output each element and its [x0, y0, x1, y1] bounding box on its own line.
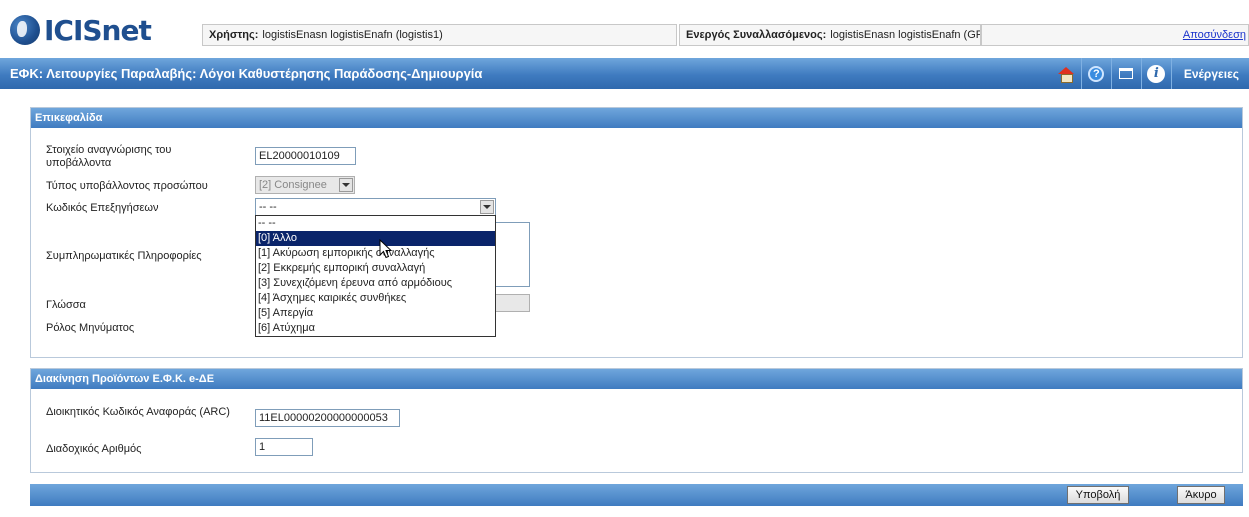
trader-label: Ενεργός Συναλλασόμενος:	[686, 29, 827, 41]
logout-box: Αποσύνδεση	[981, 24, 1249, 46]
arc-label: Διοικητικός Κωδικός Αναφοράς (ARC)	[46, 406, 230, 418]
sequence-number-input[interactable]: 1	[255, 438, 313, 456]
logout-link[interactable]: Αποσύνδεση	[1183, 29, 1246, 41]
cancel-button[interactable]: Άκυρο	[1177, 486, 1225, 504]
window-button[interactable]	[1112, 58, 1142, 89]
explanation-code-dropdown-list: -- -- [0] Άλλο [1] Ακύρωση εμπορικής συναλ…	[255, 215, 496, 337]
help-button[interactable]: ?	[1082, 58, 1112, 89]
trader-value: logistisEnasn logistisEnafn (GR045580187…	[830, 29, 980, 41]
logo-text: ICISnet	[44, 13, 152, 47]
language-label: Γλώσσα	[46, 299, 86, 311]
explanation-code-option[interactable]: [4] Άσχημες καιρικές συνθήκες	[256, 291, 495, 306]
chevron-down-icon[interactable]	[480, 200, 494, 214]
arc-input[interactable]: 11EL00000200000000053	[255, 409, 400, 427]
explanation-code-option[interactable]: [6] Ατύχημα	[256, 321, 495, 336]
trader-info: Ενεργός Συναλλασόμενος: logistisEnasn lo…	[679, 24, 981, 46]
submit-button[interactable]: Υποβολή	[1067, 486, 1129, 504]
top-bar: ICISnet Χρήστης: logistisEnasn logistisE…	[0, 0, 1249, 52]
sequence-number-label: Διαδοχικός Αριθμός	[46, 443, 142, 455]
explanation-code-value: -- --	[259, 201, 277, 213]
page-title: ΕΦΚ: Λειτουργίες Παραλαβής: Λόγοι Καθυστ…	[10, 66, 483, 81]
footer-bar: Υποβολή Άκυρο	[30, 484, 1243, 506]
explanation-code-option[interactable]: [1] Ακύρωση εμπορικής συναλλαγής	[256, 246, 495, 261]
explanation-code-option[interactable]: [0] Άλλο	[256, 231, 495, 246]
movement-panel: Διακίνηση Προϊόντων Ε.Φ.Κ. e-ΔΕ	[30, 368, 1243, 473]
submitter-id-input[interactable]: EL20000010109	[255, 147, 356, 165]
user-label: Χρήστης:	[209, 29, 259, 41]
submitter-type-value: [2] Consignee	[259, 179, 327, 191]
explanation-code-select[interactable]: -- --	[255, 198, 496, 216]
explanation-code-option[interactable]: [3] Συνεχιζόμενη έρευνα από αρμόδιους	[256, 276, 495, 291]
actions-menu[interactable]: Ενέργειες	[1172, 67, 1249, 81]
submitter-type-label: Τύπος υποβάλλοντος προσώπου	[46, 180, 208, 192]
home-icon	[1058, 66, 1075, 83]
user-info: Χρήστης: logistisEnasn logistisEnafn (lo…	[202, 24, 677, 46]
help-icon: ?	[1088, 65, 1105, 82]
info-icon: i	[1147, 64, 1166, 83]
info-button[interactable]: i	[1142, 58, 1172, 89]
globe-icon	[10, 15, 40, 45]
home-button[interactable]	[1052, 58, 1082, 89]
user-value: logistisEnasn logistisEnafn (logistis1)	[262, 29, 443, 41]
submitter-id-label: Στοιχείο αναγνώρισης του υποβάλλοντα	[46, 144, 172, 169]
submitter-type-select: [2] Consignee	[255, 176, 355, 194]
explanation-code-option[interactable]: [2] Εκκρεμής εμπορική συναλλαγή	[256, 261, 495, 276]
movement-panel-title: Διακίνηση Προϊόντων Ε.Φ.Κ. e-ΔΕ	[31, 369, 1242, 389]
explanation-code-label: Κωδικός Επεξηγήσεων	[46, 202, 159, 214]
icisnet-logo: ICISnet	[10, 13, 152, 47]
message-role-label: Ρόλος Μηνύματος	[46, 322, 135, 334]
page-title-bar: ΕΦΚ: Λειτουργίες Παραλαβής: Λόγοι Καθυστ…	[0, 58, 1249, 89]
chevron-down-icon	[339, 178, 353, 192]
explanation-code-option[interactable]: [5] Απεργία	[256, 306, 495, 321]
explanation-code-option[interactable]: -- --	[256, 216, 495, 231]
window-icon	[1119, 68, 1134, 79]
header-panel-title: Επικεφαλίδα	[31, 108, 1242, 128]
complementary-info-label: Συμπληρωματικές Πληροφορίες	[46, 250, 202, 262]
